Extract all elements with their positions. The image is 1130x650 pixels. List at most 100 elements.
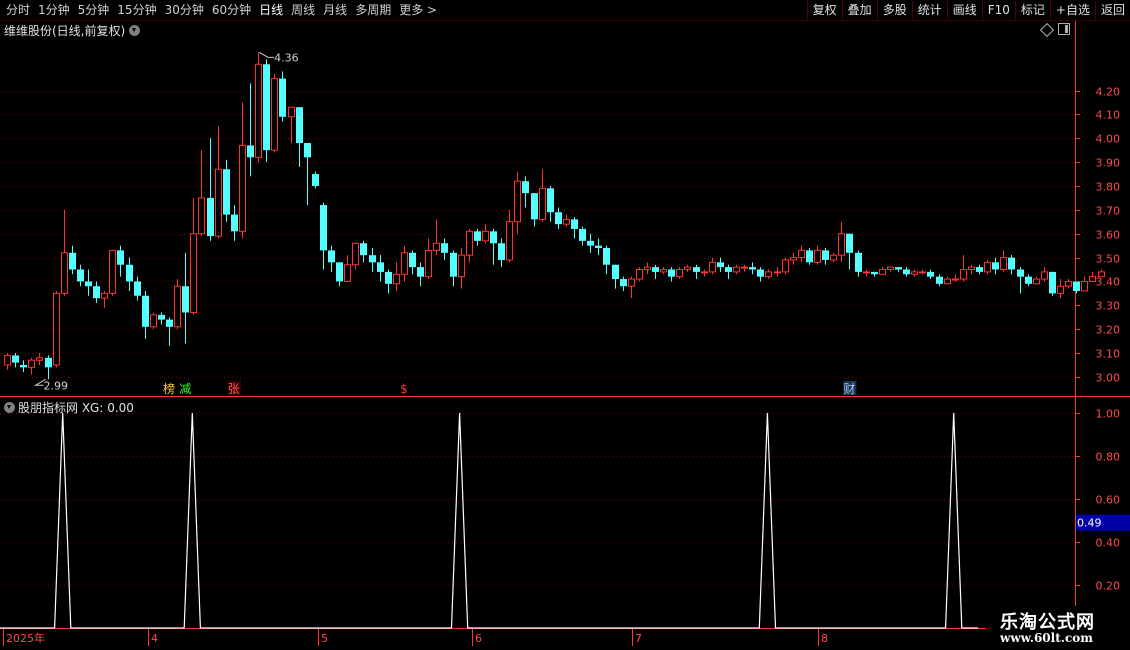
candle-body-down (182, 286, 189, 313)
period-tab[interactable]: 分时 (2, 0, 34, 20)
event-tag[interactable]: 张 (228, 382, 240, 396)
candle-body-down (320, 205, 327, 251)
candle-body-down (85, 281, 92, 287)
candle-body-up (53, 292, 60, 366)
period-tab[interactable]: 5分钟 (74, 0, 114, 20)
stock-title-text: 维维股份(日线,前复权) (4, 24, 126, 38)
period-tab[interactable]: 1分钟 (34, 0, 74, 20)
candle-body-down (498, 243, 505, 260)
candle-body-up (1057, 285, 1064, 294)
candle-body-down (587, 240, 594, 246)
period-tab[interactable]: 60分钟 (208, 0, 255, 20)
candle-body-down (846, 233, 853, 253)
price-axis: 3.00 3.10 3.20 3.30 3.40 3.50 3.60 3.70 3.80 3.90… (1075, 86, 1120, 385)
candle-body-up (814, 249, 821, 263)
tool-button[interactable]: 复权 (806, 1, 842, 19)
candle-body-up (984, 261, 991, 273)
indicator-tick-label: 0.80 (1096, 451, 1121, 464)
tool-button[interactable]: 统计 (911, 1, 947, 19)
tool-button[interactable]: +自选 (1049, 1, 1095, 19)
candle-body-up (774, 271, 781, 274)
candle-body-up (636, 269, 643, 280)
stock-title[interactable]: 维维股份(日线,前复权) (4, 22, 141, 39)
candle-body-down (385, 271, 392, 284)
candle-body-up (425, 249, 432, 278)
period-tab[interactable]: 周线 (287, 0, 319, 20)
price-tick-label: 3.20 (1096, 324, 1121, 337)
candle-body-down (936, 276, 943, 284)
tool-button[interactable]: 返回 (1094, 1, 1130, 19)
candle-body-up (1065, 280, 1072, 287)
candle-body-down (77, 269, 84, 282)
indicator-tick-label: 0.20 (1096, 580, 1121, 593)
chevron-down-icon[interactable] (129, 25, 141, 36)
candle-body-up (644, 266, 651, 271)
period-tab[interactable]: 30分钟 (161, 0, 208, 20)
period-tab[interactable]: 日线 (255, 0, 287, 20)
candle-body-up (506, 221, 513, 261)
period-tab[interactable]: 月线 (319, 0, 351, 20)
event-tag[interactable]: 财 (843, 382, 855, 396)
event-tag[interactable]: 榜 (163, 381, 175, 396)
tool-button[interactable]: 画线 (946, 1, 982, 19)
candle-body-up (968, 266, 975, 271)
tool-button[interactable]: 标记 (1014, 1, 1050, 19)
indicator-tick-label: 0.60 (1096, 494, 1121, 507)
candle-body-down (822, 250, 829, 260)
panel-toggle-icon[interactable] (1058, 23, 1070, 35)
candle-body-down (20, 364, 27, 368)
period-tabs: 分时 1分钟 5分钟 15分钟 30分钟 60分钟 日线 周线 月线 多周期 更多 > (2, 0, 441, 20)
month-label: 5 (321, 632, 328, 645)
candle-body-down (927, 271, 934, 277)
candle-body-down (555, 212, 562, 225)
candle-body-down (806, 250, 813, 263)
chevron-down-icon[interactable] (4, 402, 15, 413)
candle-body-down (336, 262, 343, 282)
candle-body-down (263, 64, 270, 151)
candle-body-down (903, 269, 910, 275)
xg-series-line (0, 413, 978, 629)
diamond-icon[interactable] (1039, 22, 1055, 38)
event-tag[interactable]: 减 (179, 382, 191, 396)
candle-body-up (174, 285, 181, 328)
candlestick-series (4, 52, 1105, 380)
price-tick-label: 3.50 (1096, 253, 1121, 266)
toolbar: 分时 1分钟 5分钟 15分钟 30分钟 60分钟 日线 周线 月线 多周期 更多 > 复权 叠加 多股… (0, 0, 1130, 21)
indicator-title[interactable]: 股朋指标网 XG: 0.00 (4, 399, 134, 416)
candle-body-down (652, 267, 659, 272)
candle-body-down (304, 143, 311, 158)
period-tab[interactable]: 更多 > (395, 0, 441, 20)
candle-body-down (871, 271, 878, 275)
candle-body-up (150, 314, 157, 328)
candle-body-up (466, 230, 473, 256)
candle-body-down (531, 193, 538, 220)
event-tags[interactable]: 榜减 张 $ 财 (163, 381, 857, 396)
candle-body-down (247, 145, 254, 158)
price-tick-label: 3.40 (1096, 276, 1121, 289)
candle-body-down (158, 314, 165, 320)
candle-body-up (660, 269, 667, 273)
candle-body-down (547, 188, 554, 213)
tool-button[interactable]: 多股 (876, 1, 912, 19)
indicator-tick-label: 1.00 (1096, 408, 1121, 421)
event-tag[interactable]: $ (400, 382, 408, 396)
candle-body-down (620, 279, 627, 287)
candle-body-up (393, 273, 400, 285)
tool-button[interactable]: F10 (981, 1, 1015, 19)
candle-body-up (190, 233, 197, 313)
tool-button[interactable]: 叠加 (841, 1, 877, 19)
candle-body-down (612, 264, 619, 280)
period-tab[interactable]: 15分钟 (113, 0, 160, 20)
candle-body-down (207, 197, 214, 237)
candle-body-up (879, 269, 886, 275)
candle-body-up (28, 359, 35, 368)
candle-body-up (271, 78, 278, 151)
candle-body-up (101, 292, 108, 299)
period-tab[interactable]: 多周期 (351, 0, 395, 20)
candle-body-up (514, 180, 521, 223)
watermark-line2: www.60lt.com (1000, 631, 1093, 645)
chart-canvas[interactable]: 3.00 3.10 3.20 3.30 3.40 3.50 3.60 3.70 3.80 3.90… (0, 0, 1130, 650)
candle-body-up (960, 269, 967, 280)
candle-body-down (134, 281, 141, 296)
candle-body-down (377, 262, 384, 272)
